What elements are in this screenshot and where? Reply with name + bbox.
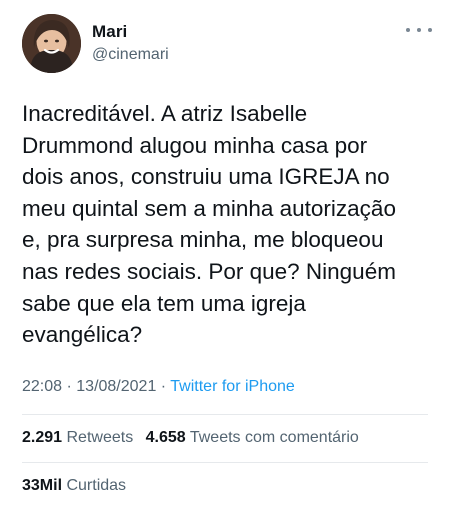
user-handle[interactable]: @cinemari xyxy=(92,46,169,64)
dot xyxy=(428,28,432,32)
retweets-count: 2.291 xyxy=(22,429,63,446)
quotes-count: 4.658 xyxy=(145,429,186,446)
engagement-stats-row: 2.291 Retweets 4.658 Tweets com comentár… xyxy=(22,429,367,447)
divider xyxy=(22,462,428,463)
tweet-date[interactable]: 13/08/2021 xyxy=(76,378,156,395)
tweet-meta: 22:08 · 13/08/2021 · Twitter for iPhone xyxy=(22,378,295,396)
retweets-label: Retweets xyxy=(66,429,134,446)
meta-separator: · xyxy=(62,378,77,395)
retweets-stat[interactable]: 2.291 Retweets xyxy=(22,429,133,446)
avatar[interactable] xyxy=(22,14,81,73)
tweet-time[interactable]: 22:08 xyxy=(22,378,62,395)
tweet-header: Mari @cinemari xyxy=(22,14,432,74)
quotes-label: Tweets com comentário xyxy=(189,429,359,446)
divider xyxy=(22,414,428,415)
quote-tweets-stat[interactable]: 4.658 Tweets com comentário xyxy=(146,429,359,446)
likes-count: 33Mil xyxy=(22,477,63,494)
tweet-text: Inacreditável. A atriz Isabelle Drummond… xyxy=(22,101,396,348)
dot xyxy=(417,28,421,32)
tweet-card: Mari @cinemari Inacreditável. A atriz Is… xyxy=(0,0,450,510)
likes-stats-row: 33Mil Curtidas xyxy=(22,477,134,495)
display-name[interactable]: Mari xyxy=(92,22,127,42)
dot xyxy=(406,28,410,32)
meta-separator: · xyxy=(156,378,171,395)
likes-stat[interactable]: 33Mil Curtidas xyxy=(22,477,126,494)
likes-label: Curtidas xyxy=(66,477,127,494)
tweet-source-link[interactable]: Twitter for iPhone xyxy=(170,378,295,395)
more-horizontal-icon[interactable] xyxy=(406,20,432,40)
